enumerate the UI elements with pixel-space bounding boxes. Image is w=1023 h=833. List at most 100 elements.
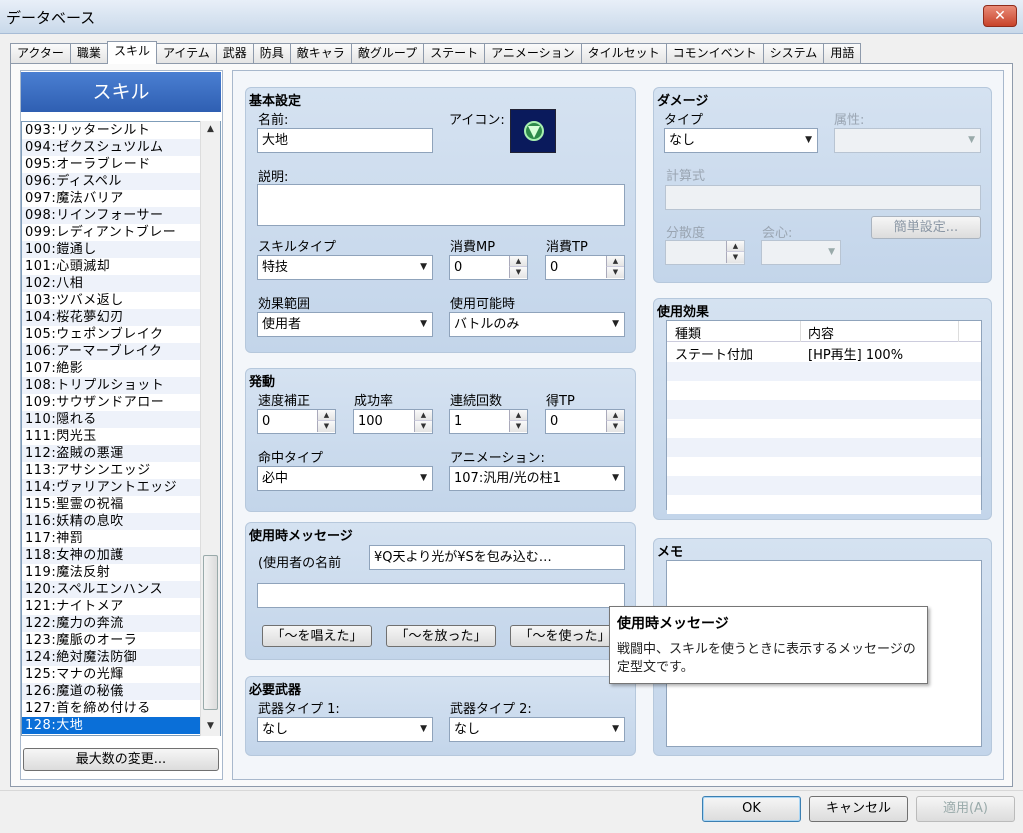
list-item[interactable]: 114:ヴァリアントエッジ	[22, 479, 203, 496]
list-item[interactable]: 122:魔力の奔流	[22, 615, 203, 632]
message-line2-input[interactable]	[257, 583, 625, 608]
list-item[interactable]: 098:リインフォーサー	[22, 207, 203, 224]
skill-type-select[interactable]: 特技	[257, 255, 433, 280]
list-item[interactable]: 125:マナの光輝	[22, 666, 203, 683]
tab-weapons[interactable]: 武器	[215, 43, 254, 64]
tab-items[interactable]: アイテム	[155, 43, 217, 64]
spin-down-icon[interactable]: ▼	[606, 267, 624, 278]
list-item[interactable]: 097:魔法バリア	[22, 190, 203, 207]
repeats-spinner[interactable]: 1 ▲ ▼	[449, 409, 528, 434]
spin-down-icon[interactable]: ▼	[606, 421, 624, 432]
list-item[interactable]: 094:ゼクスシュツルム	[22, 139, 203, 156]
table-row[interactable]	[667, 476, 981, 495]
occasion-select[interactable]: バトルのみ	[449, 312, 625, 337]
table-row[interactable]	[667, 495, 981, 514]
list-item[interactable]: 102:八相	[22, 275, 203, 292]
message-line1-input[interactable]: ¥Q天より光が¥Sを包み込む…	[369, 545, 625, 570]
apply-button[interactable]: 適用(A)	[916, 796, 1015, 822]
spin-up-icon[interactable]: ▲	[509, 410, 527, 421]
skill-list[interactable]: 093:リッターシルト 094:ゼクスシュツルム 095:オーラブレード 096:ディ…	[21, 121, 221, 736]
list-item[interactable]: 121:ナイトメア	[22, 598, 203, 615]
list-item[interactable]: 115:聖霊の祝福	[22, 496, 203, 513]
spin-up-icon[interactable]: ▲	[726, 241, 744, 252]
released-template-button[interactable]: 「〜を放った」	[386, 625, 496, 647]
list-item[interactable]: 126:魔道の秘儀	[22, 683, 203, 700]
tab-enemies[interactable]: 敵キャラ	[289, 43, 352, 64]
cancel-button[interactable]: キャンセル	[809, 796, 908, 822]
tab-system[interactable]: システム	[762, 43, 825, 64]
tab-states[interactable]: ステート	[423, 43, 486, 64]
list-item[interactable]: 107:絶影	[22, 360, 203, 377]
spin-up-icon[interactable]: ▲	[509, 256, 527, 267]
tp-cost-spinner[interactable]: 0 ▲ ▼	[545, 255, 625, 280]
tab-tilesets[interactable]: タイルセット	[580, 43, 667, 64]
mp-cost-spinner[interactable]: 0 ▲ ▼	[449, 255, 528, 280]
animation-select[interactable]: 107:汎用/光の柱1	[449, 466, 625, 491]
skill-list-scrollbar[interactable]: ▲ ▼	[200, 121, 220, 736]
list-item[interactable]: 110:隠れる	[22, 411, 203, 428]
element-select[interactable]	[834, 128, 981, 153]
list-item[interactable]: 111:閃光玉	[22, 428, 203, 445]
list-item[interactable]: 112:盗賊の悪運	[22, 445, 203, 462]
list-item[interactable]: 117:神罰	[22, 530, 203, 547]
list-item[interactable]: 099:レディアントブレー	[22, 224, 203, 241]
list-item[interactable]: 127:首を締め付ける	[22, 700, 203, 717]
icon-picker[interactable]	[510, 109, 556, 153]
list-item[interactable]: 100:鎧通し	[22, 241, 203, 258]
spin-down-icon[interactable]: ▼	[726, 252, 744, 263]
spin-up-icon[interactable]: ▲	[606, 256, 624, 267]
tab-skills[interactable]: スキル	[106, 41, 157, 64]
list-item[interactable]: 093:リッターシルト	[22, 122, 203, 139]
tab-troops[interactable]: 敵グループ	[350, 43, 425, 64]
quick-setup-button[interactable]: 簡単設定...	[871, 216, 981, 239]
table-row[interactable]	[667, 457, 981, 476]
hit-type-select[interactable]: 必中	[257, 466, 433, 491]
list-item[interactable]: 101:心頭滅却	[22, 258, 203, 275]
formula-input[interactable]	[665, 185, 981, 210]
effects-table[interactable]: 種類 内容 ステート付加 [HP再生] 100%	[666, 320, 982, 514]
list-item[interactable]: 124:絶対魔法防御	[22, 649, 203, 666]
chanted-template-button[interactable]: 「〜を唱えた」	[262, 625, 372, 647]
weapon-type2-select[interactable]: なし	[449, 717, 625, 742]
list-item[interactable]: 095:オーラブレード	[22, 156, 203, 173]
used-template-button[interactable]: 「〜を使った」	[510, 625, 620, 647]
spin-up-icon[interactable]: ▲	[606, 410, 624, 421]
tab-animations[interactable]: アニメーション	[484, 43, 582, 64]
speed-spinner[interactable]: 0 ▲ ▼	[257, 409, 336, 434]
list-item[interactable]: 108:トリプルショット	[22, 377, 203, 394]
spin-down-icon[interactable]: ▼	[509, 267, 527, 278]
list-item[interactable]: 096:ディスペル	[22, 173, 203, 190]
ok-button[interactable]: OK	[702, 796, 801, 822]
scroll-up-icon[interactable]: ▲	[201, 121, 220, 138]
list-item[interactable]: 123:魔脈のオーラ	[22, 632, 203, 649]
tab-classes[interactable]: 職業	[69, 43, 108, 64]
list-item[interactable]: 119:魔法反射	[22, 564, 203, 581]
spin-down-icon[interactable]: ▼	[414, 421, 432, 432]
success-rate-spinner[interactable]: 100 ▲ ▼	[353, 409, 433, 434]
spin-up-icon[interactable]: ▲	[317, 410, 335, 421]
name-input[interactable]: 大地	[257, 128, 433, 153]
list-item[interactable]: 128:大地	[22, 717, 203, 734]
spin-up-icon[interactable]: ▲	[414, 410, 432, 421]
list-item[interactable]: 109:サウザンドアロー	[22, 394, 203, 411]
variance-spinner[interactable]: ▲ ▼	[665, 240, 745, 265]
spin-down-icon[interactable]: ▼	[317, 421, 335, 432]
table-row[interactable]	[667, 419, 981, 438]
description-input[interactable]	[257, 184, 625, 226]
list-item[interactable]: 116:妖精の息吹	[22, 513, 203, 530]
list-item[interactable]: 120:スペルエンハンス	[22, 581, 203, 598]
list-item[interactable]: 106:アーマーブレイク	[22, 343, 203, 360]
scope-select[interactable]: 使用者	[257, 312, 433, 337]
change-max-button[interactable]: 最大数の変更...	[23, 748, 219, 771]
spin-down-icon[interactable]: ▼	[509, 421, 527, 432]
table-row[interactable]	[667, 400, 981, 419]
damage-type-select[interactable]: なし	[664, 128, 818, 153]
list-item[interactable]: 118:女神の加護	[22, 547, 203, 564]
list-item[interactable]: 105:ウェポンブレイク	[22, 326, 203, 343]
table-row[interactable]: ステート付加 [HP再生] 100%	[667, 343, 981, 363]
close-button[interactable]: ✕	[983, 5, 1017, 27]
table-row[interactable]	[667, 362, 981, 381]
tab-armors[interactable]: 防具	[252, 43, 291, 64]
table-row[interactable]	[667, 381, 981, 400]
list-item[interactable]: 103:ツバメ返し	[22, 292, 203, 309]
